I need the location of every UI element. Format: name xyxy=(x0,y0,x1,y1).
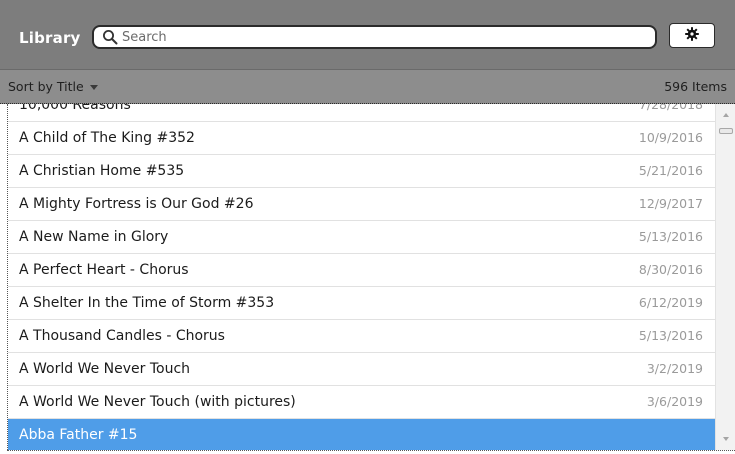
item-title: A Mighty Fortress is Our God #26 xyxy=(19,196,254,212)
item-title: A New Name in Glory xyxy=(19,229,169,245)
item-date: 6/12/2019 xyxy=(638,295,703,310)
list-bottom-border xyxy=(7,450,735,451)
list-item[interactable]: A World We Never Touch 3/2/2019 xyxy=(8,353,715,386)
library-header: Library xyxy=(0,0,735,70)
item-title: 10,000 Reasons xyxy=(19,104,131,113)
item-title: A Child of The King #352 xyxy=(19,130,195,146)
item-date: 5/21/2016 xyxy=(638,163,703,178)
list-item-selected[interactable]: Abba Father #15 xyxy=(8,419,715,450)
item-title: A World We Never Touch xyxy=(19,361,191,377)
sort-dropdown[interactable]: Sort by Title xyxy=(8,79,98,94)
search-icon xyxy=(102,29,118,45)
scroll-up-arrow-icon[interactable] xyxy=(723,113,729,117)
item-date: 3/2/2019 xyxy=(646,361,703,376)
item-date: 12/9/2017 xyxy=(638,196,703,211)
settings-button[interactable] xyxy=(669,23,715,48)
list-item[interactable]: A Child of The King #352 10/9/2016 xyxy=(8,122,715,155)
item-count: 596 Items xyxy=(664,79,727,94)
item-title: A Christian Home #535 xyxy=(19,163,185,179)
gear-icon xyxy=(685,26,699,45)
item-title: A Perfect Heart - Chorus xyxy=(19,262,189,278)
list-item[interactable]: A Thousand Candles - Chorus 5/13/2016 xyxy=(8,320,715,353)
item-date: 5/13/2016 xyxy=(638,229,703,244)
sort-bar: Sort by Title 596 Items xyxy=(0,70,735,104)
search-input[interactable] xyxy=(122,28,642,46)
list-item[interactable]: 10,000 Reasons 7/28/2018 xyxy=(8,104,715,122)
search-box[interactable] xyxy=(92,25,657,49)
list-scrollbar[interactable] xyxy=(715,104,735,450)
chevron-down-icon xyxy=(89,85,98,90)
item-date: 8/30/2016 xyxy=(638,262,703,277)
scroll-down-arrow-icon[interactable] xyxy=(723,437,729,441)
list-item[interactable]: A Mighty Fortress is Our God #26 12/9/20… xyxy=(8,188,715,221)
item-title: A Thousand Candles - Chorus xyxy=(19,328,225,344)
item-title: A Shelter In the Time of Storm #353 xyxy=(19,295,275,311)
scrollbar-thumb[interactable] xyxy=(719,128,733,134)
item-title: Abba Father #15 xyxy=(19,427,138,443)
item-title: A World We Never Touch (with pictures) xyxy=(19,394,296,410)
list-item[interactable]: A New Name in Glory 5/13/2016 xyxy=(8,221,715,254)
item-date: 7/28/2018 xyxy=(638,104,703,112)
list-item[interactable]: A Perfect Heart - Chorus 8/30/2016 xyxy=(8,254,715,287)
list-item[interactable]: A World We Never Touch (with pictures) 3… xyxy=(8,386,715,419)
library-title: Library xyxy=(19,29,81,47)
item-date: 10/9/2016 xyxy=(638,130,703,145)
library-panel: Library Search Sort by Title 596 Items 1… xyxy=(0,0,735,454)
list-item[interactable]: A Christian Home #535 5/21/2016 xyxy=(8,155,715,188)
item-date: 5/13/2016 xyxy=(638,328,703,343)
list-item[interactable]: A Shelter In the Time of Storm #353 6/12… xyxy=(8,287,715,320)
song-list[interactable]: 10,000 Reasons 7/28/2018 A Child of The … xyxy=(7,104,715,450)
item-date: 3/6/2019 xyxy=(646,394,703,409)
sort-label: Sort by Title xyxy=(8,79,84,94)
